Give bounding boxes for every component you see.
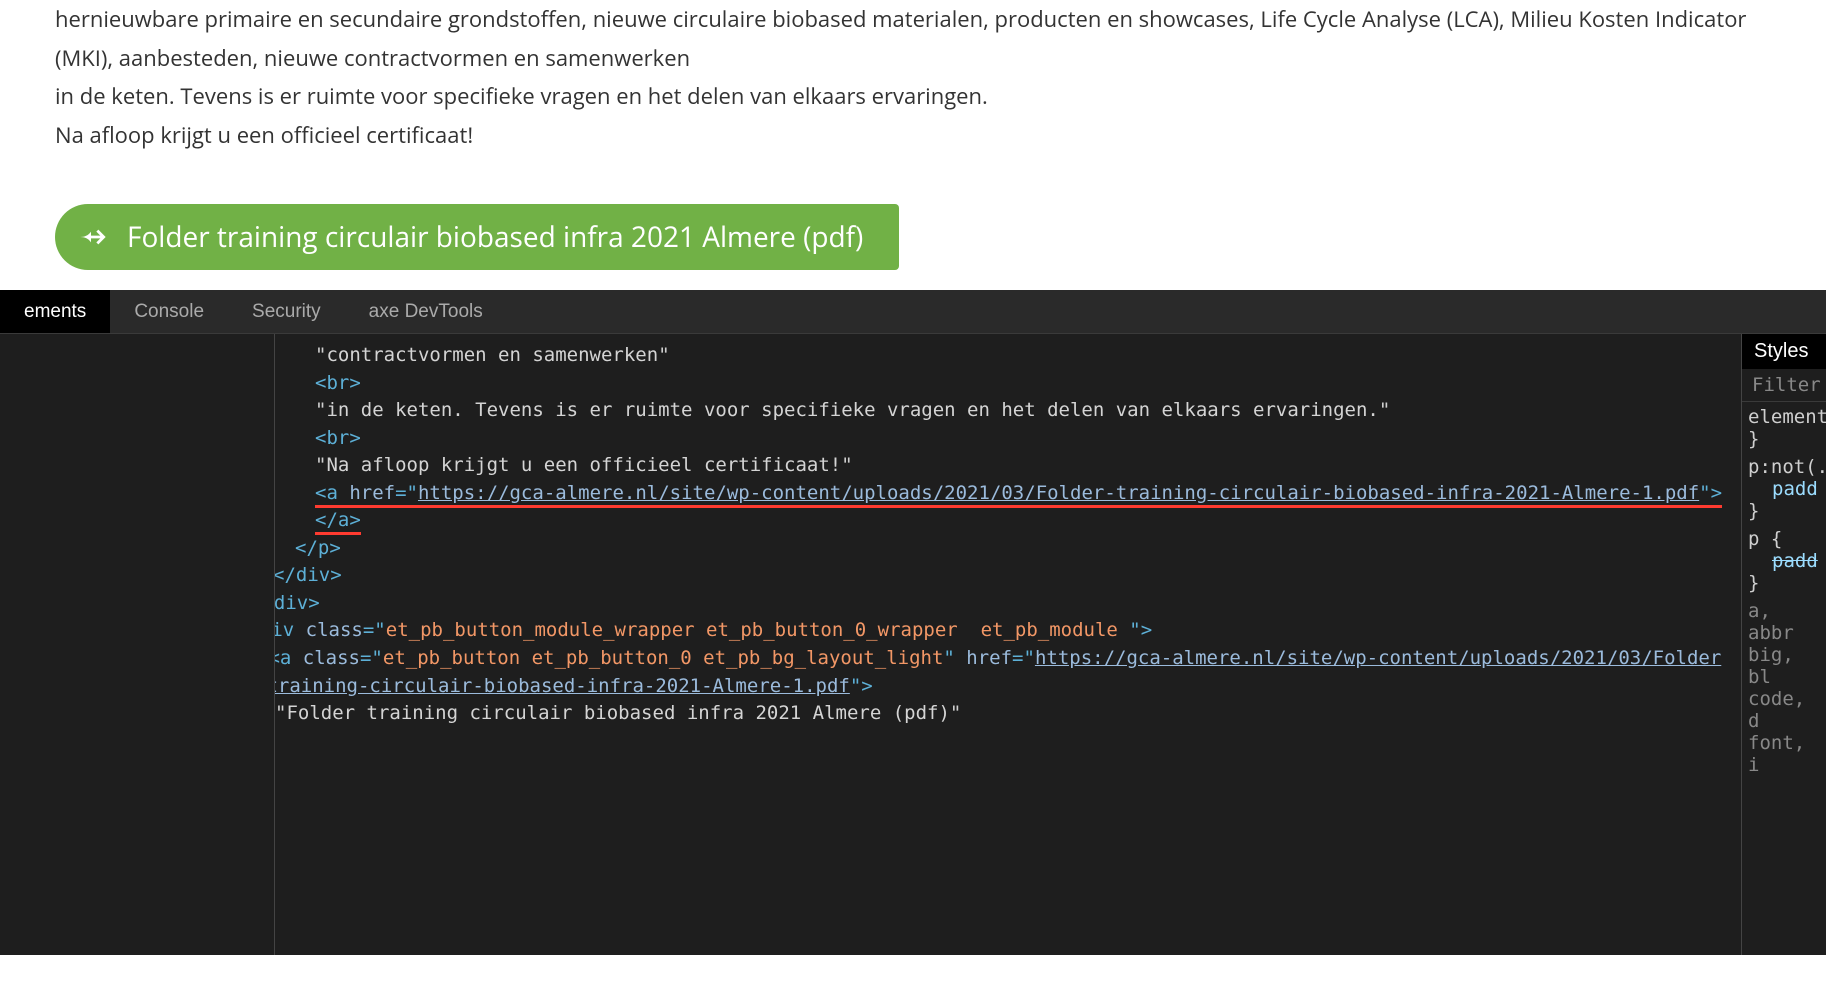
download-pdf-button-label: Folder training circulair biobased infra… [127, 218, 863, 256]
styles-filter-input[interactable]: Filter [1742, 369, 1826, 402]
anchor-tag: <a [275, 647, 303, 669]
quote: " [1699, 482, 1710, 504]
styles-tab[interactable]: Styles [1742, 334, 1826, 369]
close-div-tag: </div> [275, 592, 320, 614]
css-selector: element [1748, 406, 1820, 428]
css-selector: code, d [1748, 688, 1820, 732]
paragraph: hernieuwbare primaire en secundaire gron… [55, 0, 1771, 154]
text-node: contractvormen en samenwerken [326, 344, 658, 366]
body-text: in de keten. Tevens is er ruimte voor sp… [55, 81, 988, 111]
styles-rules: element } p:not(. padd } p { padd } a, a… [1742, 402, 1826, 786]
tag-close: > [1141, 619, 1152, 641]
devtools-tree-gutter [0, 334, 275, 955]
anchor-tag: <a [315, 482, 349, 504]
text-node: Na afloop krijgt u een officieel certifi… [326, 454, 841, 476]
button-wrapper: Folder training circulair biobased infra… [55, 204, 1771, 270]
tag-close: > [861, 675, 872, 697]
close-div-tag: </div> [275, 564, 342, 586]
elements-tree[interactable]: "contractvormen en samenwerken" <br> "in… [275, 334, 1741, 955]
css-brace: } [1748, 500, 1820, 522]
attr-href: href [966, 647, 1012, 669]
body-text: Na afloop krijgt u een officieel certifi… [55, 120, 473, 150]
href-url[interactable]: https://gca-almere.nl/site/wp-content/up… [418, 482, 1699, 504]
br-tag: <br> [315, 372, 361, 394]
devtools-tabs: ements Console Security axe DevTools [0, 290, 1826, 334]
css-selector: p { [1748, 528, 1820, 550]
class-value: et_pb_button et_pb_button_0 et_pb_bg_lay… [383, 647, 944, 669]
css-selector: a, abbr [1748, 600, 1820, 644]
css-property: padd [1748, 478, 1820, 500]
css-brace: } [1748, 428, 1820, 450]
equals: =" [395, 482, 418, 504]
div-tag: <div [275, 619, 306, 641]
tab-axe-devtools[interactable]: axe DevTools [345, 290, 507, 333]
css-selector: font, i [1748, 732, 1820, 776]
attr-class: class [306, 619, 363, 641]
tab-elements[interactable]: ements [0, 290, 110, 333]
styles-pane: Styles Filter element } p:not(. padd } p… [1741, 334, 1826, 955]
body-text: hernieuwbare primaire en secundaire gron… [55, 4, 1746, 73]
css-property-overridden: padd [1748, 550, 1820, 572]
attr-class: class [303, 647, 360, 669]
tab-console[interactable]: Console [110, 290, 228, 333]
page-content: hernieuwbare primaire en secundaire gron… [0, 0, 1826, 290]
tab-security[interactable]: Security [228, 290, 345, 333]
text-node: in de keten. Tevens is er ruimte voor sp… [326, 399, 1378, 421]
download-pdf-button[interactable]: Folder training circulair biobased infra… [55, 204, 899, 270]
css-selector: p:not(. [1748, 456, 1820, 478]
arrow-right-icon [75, 221, 107, 253]
class-value: et_pb_button_module_wrapper et_pb_button… [386, 619, 1130, 641]
devtools-panel: ements Console Security axe DevTools " co… [0, 290, 1826, 955]
button-text-node: Folder training circulair biobased infra… [286, 702, 949, 724]
attr-href: href [349, 482, 395, 504]
css-brace: } [1748, 572, 1820, 594]
css-selector: big, bl [1748, 644, 1820, 688]
br-tag: <br> [315, 427, 361, 449]
close-p-tag: </p> [295, 537, 341, 559]
devtools-body: "contractvormen en samenwerken" <br> "in… [0, 334, 1826, 955]
